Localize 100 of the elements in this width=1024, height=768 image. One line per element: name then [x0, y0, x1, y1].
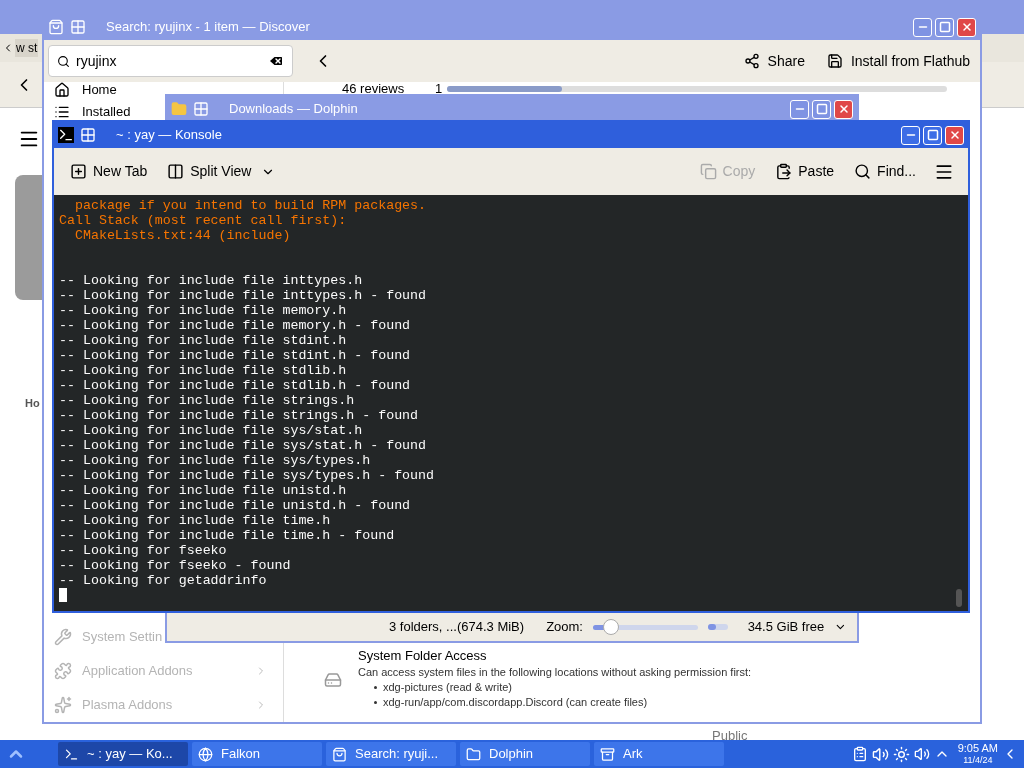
brightness-icon[interactable]: [892, 745, 910, 763]
taskbar-item[interactable]: Search: ryuji...: [326, 742, 456, 766]
sidebar-item[interactable]: Home: [44, 82, 127, 98]
link-text: Public: [712, 727, 748, 745]
terminal-line: -- Looking for getaddrinfo: [59, 573, 268, 588]
share-icon: [743, 53, 760, 69]
maximize-button[interactable]: [923, 125, 942, 145]
window-title: Search: ryujinx - 1 item — Discover: [106, 18, 311, 37]
search-field[interactable]: ryujinx: [48, 45, 293, 77]
toolbar-button[interactable]: Split View: [165, 161, 278, 182]
archive-icon: [600, 746, 615, 762]
status-text: 3 folders, ...(674.3 MiB): [389, 618, 525, 637]
minimize-button[interactable]: [790, 99, 809, 119]
terminal-line: -- Looking for include file strings.h: [59, 393, 356, 408]
terminal-line: -- Looking for include file stdlib.h - found: [59, 378, 412, 393]
maximize-icon: [938, 21, 951, 33]
close-button[interactable]: [834, 99, 853, 119]
close-button[interactable]: [945, 125, 964, 145]
maximize-icon: [926, 129, 939, 141]
copy-icon: [699, 163, 717, 180]
list-icon: [54, 104, 70, 120]
maximize-button[interactable]: [812, 99, 831, 119]
disk-usage-bar: [707, 624, 728, 630]
app-icon: [58, 127, 74, 143]
search-icon: [854, 163, 872, 180]
text-cursor: [59, 588, 67, 602]
terminal-line: -- Looking for include file memory.h - found: [59, 318, 412, 333]
shopping-bag-icon: [332, 746, 347, 762]
permission-description: Can access system files in the following locations without asking permission first:: [358, 665, 752, 680]
drive-icon: [324, 671, 342, 689]
permission-item: xdg-run/app/com.discordapp.Discord (can create files): [383, 695, 648, 710]
toolbar-button[interactable]: Share: [737, 50, 811, 72]
terminal-line: package if you intend to build RPM packages.: [73, 198, 428, 213]
toolbar-button[interactable]: Paste: [773, 161, 837, 182]
bullet-icon: [374, 686, 377, 689]
window-menu-icon[interactable]: [80, 127, 96, 143]
clipboard-icon[interactable]: [851, 746, 868, 762]
terminal-line: -- Looking for include file strings.h - found: [59, 408, 420, 423]
close-icon: [948, 129, 961, 141]
terminal-line: -- Looking for include file unistd.h - found: [59, 498, 412, 513]
split-view-icon: [167, 163, 185, 180]
zoom-slider[interactable]: [592, 619, 698, 635]
taskbar-item[interactable]: Dolphin: [460, 742, 590, 766]
window-title: Downloads — Dolphin: [229, 100, 359, 119]
zoom-label: Zoom:: [546, 618, 583, 637]
heading-text: Ho: [25, 396, 40, 411]
terminal-line: -- Looking for include file unistd.h: [59, 483, 348, 498]
terminal-line: -- Looking for include file stdlib.h: [59, 363, 348, 378]
free-space-text: 34.5 GiB free: [747, 618, 825, 637]
paste-icon: [775, 163, 793, 180]
terminal-line: -- Looking for include file memory.h: [59, 303, 348, 318]
rating-label: 1: [435, 80, 444, 99]
terminal-line: -- Looking for include file stdint.h - found: [59, 348, 412, 363]
clock-date: 11/4/24: [963, 754, 993, 766]
toolbar-button[interactable]: Install from Flathub: [820, 50, 976, 72]
folder-icon: [466, 746, 481, 762]
sparkle-icon: [54, 696, 72, 714]
terminal-line: -- Looking for include file time.h - found: [59, 528, 396, 543]
browser-tab[interactable]: w st: [15, 39, 39, 57]
terminal-line: -- Looking for include file sys/stat.h: [59, 423, 364, 438]
globe-icon: [198, 746, 213, 762]
terminal-line: -- Looking for include file sys/types.h: [59, 453, 372, 468]
terminal-line: -- Looking for include file stdint.h: [59, 333, 348, 348]
taskbar-item[interactable]: ~ : yay — Ko...: [58, 742, 188, 766]
terminal-line: -- Looking for include file sys/types.h - found: [59, 468, 435, 483]
maximize-icon: [815, 103, 828, 115]
terminal-line: CMakeLists.txt:44 (include): [73, 228, 292, 243]
new-tab-icon: [70, 163, 87, 180]
toolbar-button[interactable]: Find...: [852, 161, 918, 182]
puzzle-icon: [54, 662, 72, 680]
minimize-button[interactable]: [901, 125, 920, 145]
volume-icon[interactable]: [871, 745, 889, 763]
permission-item: xdg-pictures (read & write): [383, 680, 512, 695]
taskbar-item[interactable]: Ark: [594, 742, 724, 766]
terminal-line: -- Looking for include file inttypes.h - found: [59, 288, 428, 303]
terminal-icon: [64, 746, 79, 762]
terminal-line: -- Looking for include file inttypes.h: [59, 273, 364, 288]
reviews-count: 46 reviews: [342, 80, 406, 99]
search-icon: [57, 54, 70, 68]
speaker-icon[interactable]: [913, 746, 930, 762]
close-button[interactable]: [957, 17, 976, 37]
taskbar-item[interactable]: Falkon: [192, 742, 322, 766]
maximize-button[interactable]: [935, 17, 954, 37]
terminal-line: -- Looking for include file time.h: [59, 513, 332, 528]
minimize-button[interactable]: [913, 17, 932, 37]
close-icon: [960, 21, 973, 33]
scrollbar[interactable]: [956, 589, 962, 607]
terminal-line: -- Looking for fseeko - found: [59, 558, 292, 573]
sidebar-item[interactable]: Installed: [44, 104, 141, 120]
terminal-line: -- Looking for include file sys/stat.h - found: [59, 438, 428, 453]
home-icon: [54, 82, 70, 98]
window-title: ~ : yay — Konsole: [116, 126, 223, 145]
close-icon: [837, 103, 850, 115]
toolbar-button[interactable]: New Tab: [68, 161, 150, 182]
terminal-line: Call Stack (most recent call first):: [59, 213, 348, 228]
permission-title: System Folder Access: [358, 647, 488, 664]
bullet-icon: [374, 701, 377, 704]
wrench-icon: [54, 628, 72, 646]
app-icon: [48, 19, 64, 35]
clock-time: 9:05 AM: [957, 742, 998, 754]
